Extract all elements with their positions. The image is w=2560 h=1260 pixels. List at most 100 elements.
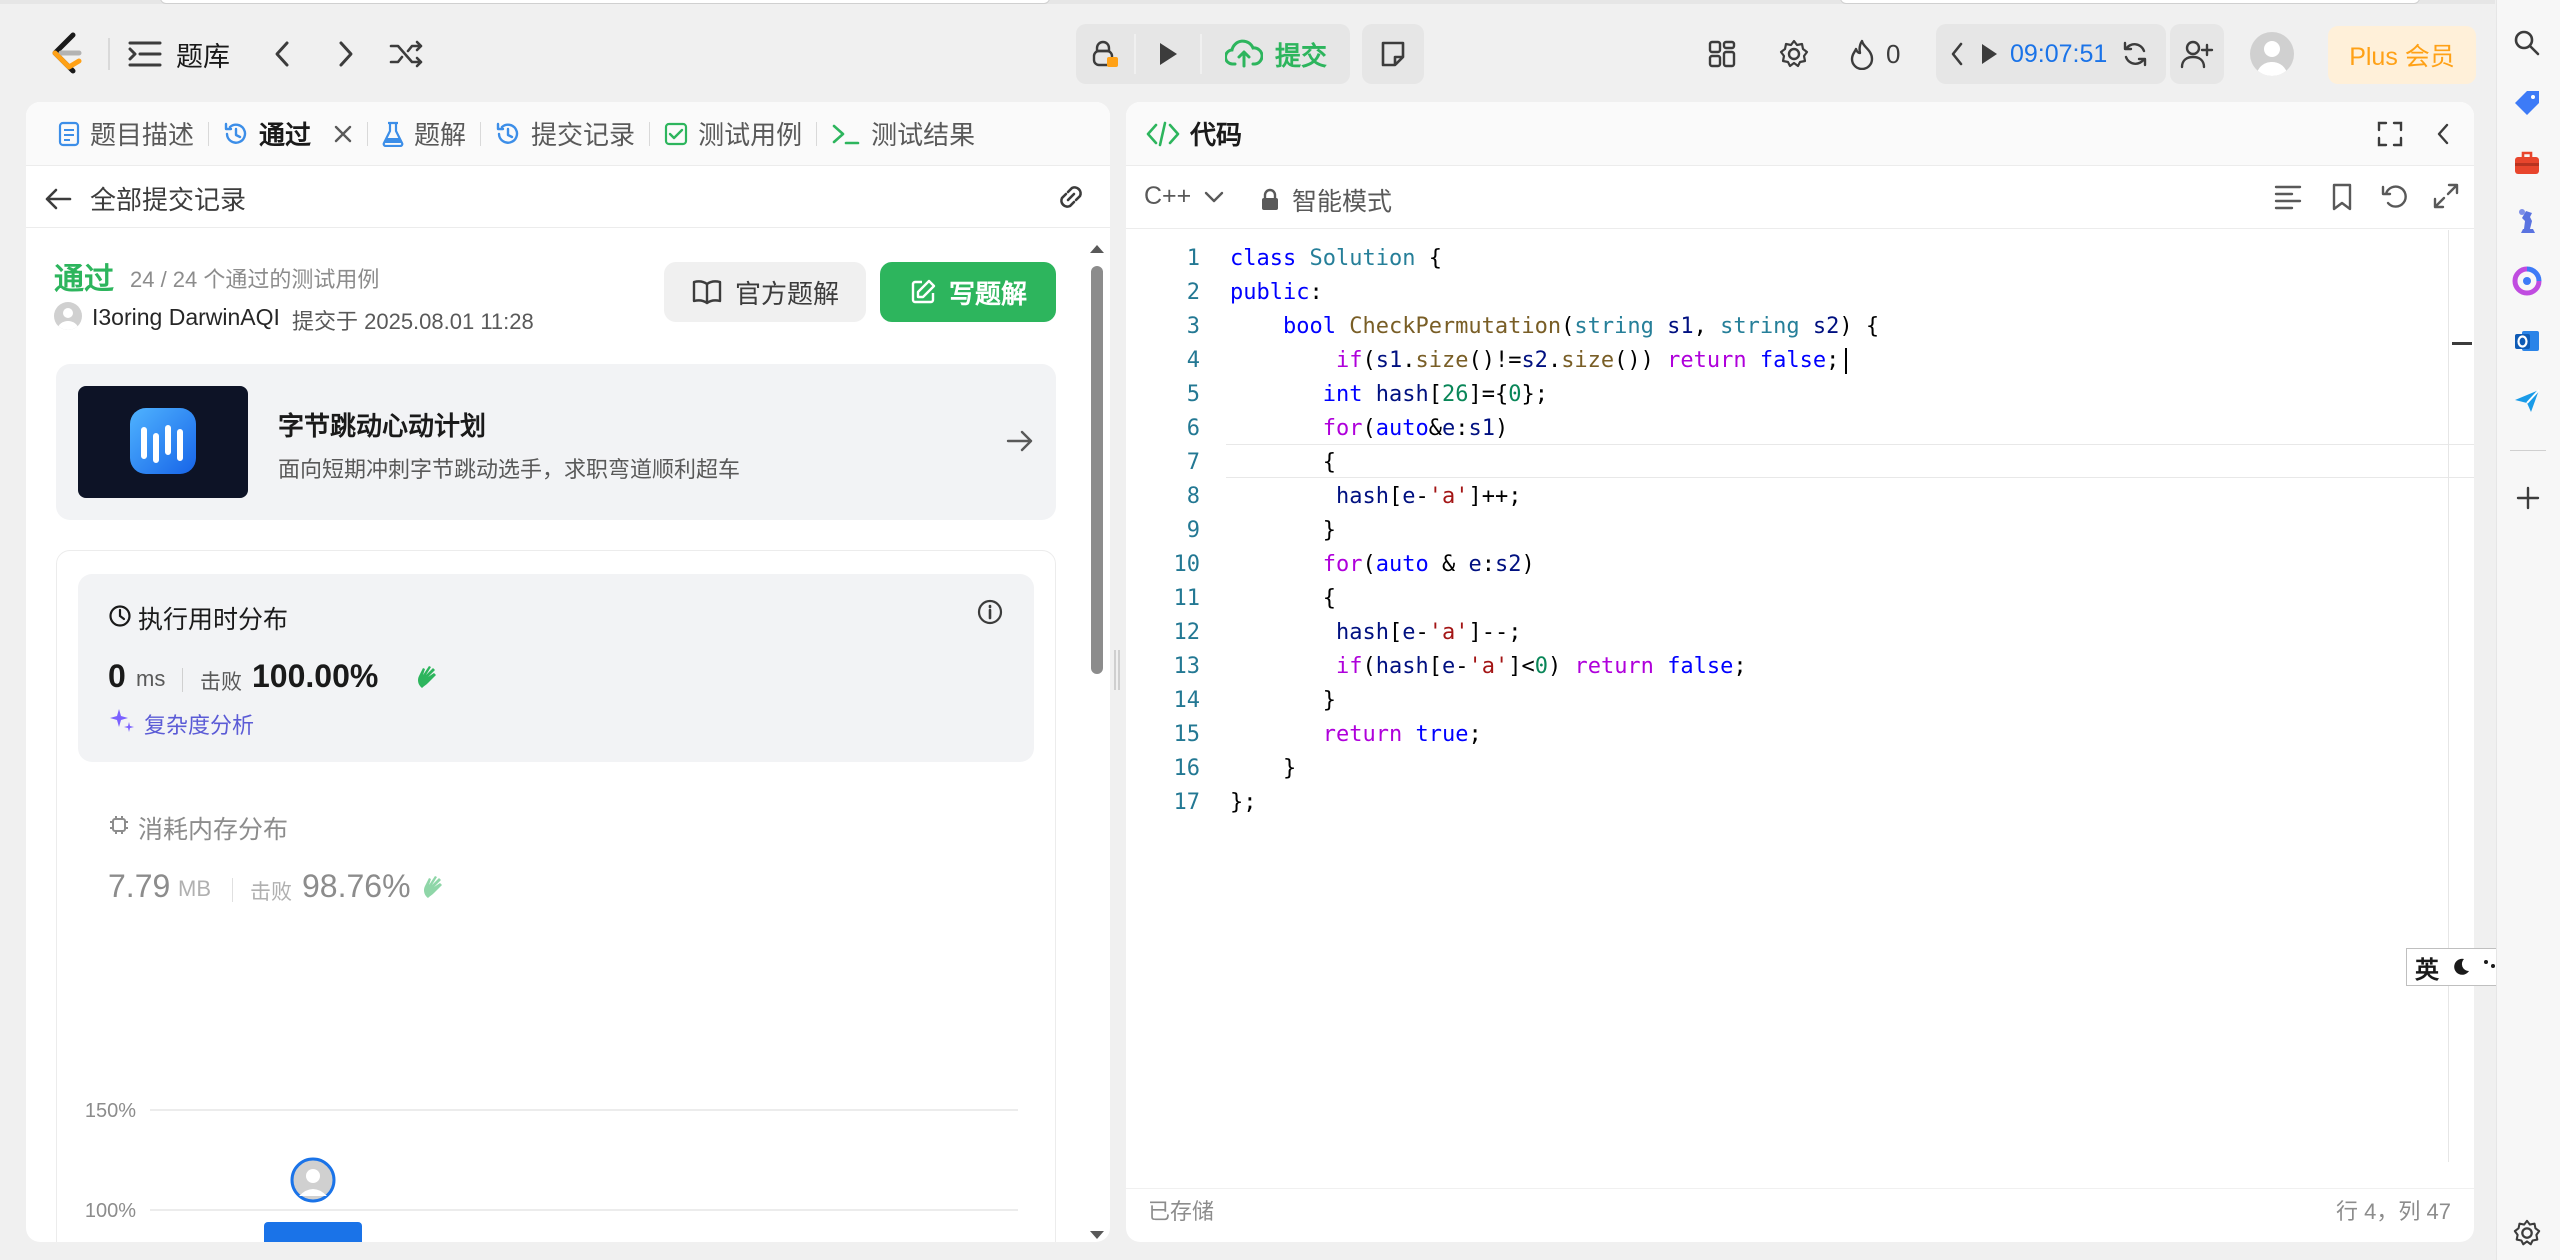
status-label: 通过 xyxy=(54,263,114,296)
timer-play-button[interactable] xyxy=(1974,32,2004,76)
add-user-button[interactable] xyxy=(2174,32,2220,76)
toolbox-icon[interactable] xyxy=(2512,148,2542,178)
memory-title[interactable]: 消耗内存分布 xyxy=(138,810,288,846)
bytedance-logo-icon xyxy=(130,408,196,474)
chart-y-tick-label: 150% xyxy=(85,1100,136,1122)
gear-icon[interactable] xyxy=(2512,1218,2542,1248)
tab-accepted[interactable]: 通过 xyxy=(209,102,367,166)
code-line[interactable]: 12 hash[e-'a']--; xyxy=(1130,616,2450,650)
tab-testcase[interactable]: 测试用例 xyxy=(650,102,816,166)
saved-status: 已存储 xyxy=(1148,1199,1215,1224)
cloud-upload-icon xyxy=(1224,39,1263,68)
timer-reset-button[interactable] xyxy=(2118,32,2152,76)
submit-button[interactable]: 提交 xyxy=(1206,28,1346,80)
share-link-button[interactable] xyxy=(1054,180,1088,221)
format-icon[interactable] xyxy=(2274,184,2302,210)
maximize-icon[interactable] xyxy=(2376,120,2404,148)
chart-y-tick-label: 100% xyxy=(85,1200,136,1222)
line-number: 14 xyxy=(1173,688,1201,713)
smart-mode-toggle[interactable]: 智能模式 xyxy=(1260,182,1392,218)
tag-icon[interactable] xyxy=(2512,88,2542,118)
code-line[interactable]: 13 if(hash[e-'a']<0) return false; xyxy=(1130,650,2450,684)
send-icon[interactable] xyxy=(2512,386,2542,416)
scrollbar-track[interactable] xyxy=(1088,232,1106,1242)
complexity-analysis-link[interactable]: 复杂度分析 xyxy=(144,708,254,740)
tab-testcase-label: 测试用例 xyxy=(698,120,803,150)
info-icon[interactable] xyxy=(976,598,1004,626)
book-icon xyxy=(692,280,722,305)
leetcode-logo[interactable] xyxy=(44,30,90,76)
streak-button[interactable]: 0 xyxy=(1848,32,1900,76)
code-line[interactable]: 9 } xyxy=(1130,514,2450,548)
copilot-icon[interactable] xyxy=(2512,266,2542,296)
sidebar-divider xyxy=(2510,450,2546,451)
line-number: 3 xyxy=(1186,314,1200,339)
random-problem-button[interactable] xyxy=(386,32,426,76)
code-text: bool CheckPermutation(string s1, string … xyxy=(1282,314,1880,339)
code-editor[interactable]: 1 class Solution {2 public: 3 bool CheckPer… xyxy=(1130,242,2450,820)
collapse-icon[interactable] xyxy=(2434,122,2452,146)
avatar[interactable] xyxy=(2250,32,2294,76)
code-line[interactable]: 14 } xyxy=(1130,684,2450,718)
tab-solutions[interactable]: 题解 xyxy=(368,102,480,166)
tab-test-result-label: 测试结果 xyxy=(871,120,976,150)
code-line[interactable]: 3 bool CheckPermutation(string s1, strin… xyxy=(1130,310,2450,344)
next-problem-button[interactable] xyxy=(326,32,366,76)
bookmark-icon[interactable] xyxy=(2330,182,2354,212)
code-text: } xyxy=(1230,518,1336,543)
code-line[interactable]: 1 class Solution { xyxy=(1130,242,2450,276)
cursor-position: 行 4，列 47 xyxy=(2336,1199,2451,1224)
chart-user-marker-head xyxy=(306,1169,320,1183)
promo-card[interactable]: 字节跳动心动计划 面向短期冲刺字节跳动选手，求职弯道顺利超车 xyxy=(56,364,1056,520)
code-line[interactable]: 5 int hash[26]={0}; xyxy=(1130,378,2450,412)
browser-sidebar xyxy=(2496,0,2560,1260)
code-line[interactable]: 17}; xyxy=(1130,786,2450,820)
tab-submissions[interactable]: 提交记录 xyxy=(481,102,649,166)
search-icon[interactable] xyxy=(2512,28,2542,58)
language-select[interactable]: C++ xyxy=(1144,182,1225,211)
layout-button[interactable] xyxy=(1702,32,1742,76)
fullscreen-icon[interactable] xyxy=(2432,182,2460,210)
code-line[interactable]: 11 { xyxy=(1130,582,2450,616)
timer-collapse-button[interactable] xyxy=(1942,32,1972,76)
code-line[interactable]: 10 for(auto & e:s2) xyxy=(1130,548,2450,582)
line-number: 15 xyxy=(1173,722,1201,747)
official-solution-button[interactable]: 官方题解 xyxy=(664,262,866,322)
code-line[interactable]: 15 return true; xyxy=(1130,718,2450,752)
code-line[interactable]: 4 if(s1.size()!=s2.size()) return false; xyxy=(1130,344,2450,378)
note-button[interactable] xyxy=(1362,24,1424,84)
code-line[interactable]: 2 public: xyxy=(1130,276,2450,310)
code-line[interactable]: 16 } xyxy=(1130,752,2450,786)
close-icon[interactable] xyxy=(333,124,353,144)
tab-test-result[interactable]: 测试结果 xyxy=(817,102,989,166)
back-to-submissions[interactable]: 全部提交记录 xyxy=(44,180,246,217)
code-line[interactable]: 8 hash[e-'a']++; xyxy=(1130,480,2450,514)
code-line[interactable]: 6 for(auto&e:s1) xyxy=(1130,412,2450,446)
memory-divider xyxy=(232,878,233,902)
settings-button[interactable] xyxy=(1774,32,1814,76)
chevron-down-icon xyxy=(1205,191,1224,202)
write-solution-button[interactable]: 写题解 xyxy=(880,262,1056,322)
debug-button[interactable] xyxy=(1080,28,1130,80)
scrollbar-thumb[interactable] xyxy=(1091,266,1103,674)
submitter-name[interactable]: I3oring DarwinAQI xyxy=(92,304,280,331)
problem-list-button[interactable]: 题库 xyxy=(128,30,230,78)
add-icon[interactable] xyxy=(2514,484,2542,512)
run-button[interactable] xyxy=(1140,28,1196,80)
plus-member-button[interactable]: Plus 会员 xyxy=(2328,26,2476,84)
panel-resizer[interactable] xyxy=(1114,650,1120,690)
runtime-card[interactable]: 执行用时分布 0 ms 击败 100.00% 复杂度分析 xyxy=(78,574,1034,762)
tab-description[interactable]: 题目描述 xyxy=(44,102,208,166)
undo-icon[interactable] xyxy=(2380,182,2408,210)
code-line[interactable]: 7 { xyxy=(1130,446,2450,480)
code-text: if(hash[e-'a']<0) return false; xyxy=(1335,654,1747,679)
runtime-beats-label: 击败 xyxy=(200,671,242,694)
outlook-icon[interactable] xyxy=(2512,326,2542,356)
line-number: 6 xyxy=(1186,416,1200,441)
lock-icon xyxy=(1262,188,1278,210)
code-text: hash[e-'a']--; xyxy=(1335,620,1522,645)
code-icon xyxy=(1146,121,1180,146)
submit-label: 提交 xyxy=(1274,40,1327,71)
chess-icon[interactable] xyxy=(2512,206,2542,236)
prev-problem-button[interactable] xyxy=(262,32,302,76)
